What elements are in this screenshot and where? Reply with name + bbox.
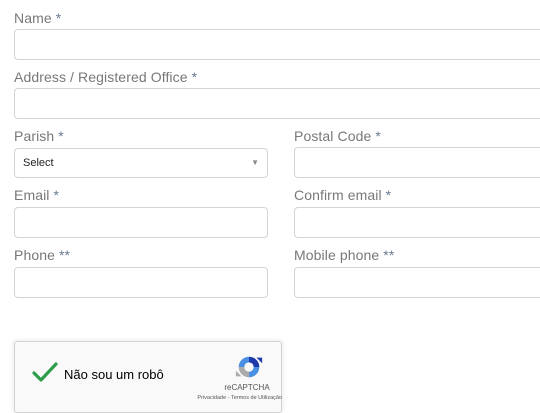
confirm-email-label-text: Confirm email [294,187,382,203]
address-label: Address / Registered Office * [14,68,197,86]
required-marker: * [375,128,381,144]
chevron-down-icon: ▼ [251,158,259,167]
required-marker: * [385,187,392,203]
recaptcha-brand: reCAPTCHA [224,383,270,392]
mobile-phone-input[interactable] [294,267,540,298]
parish-label-text: Parish [14,128,55,144]
name-label-text: Name [14,10,52,26]
required-marker: * [191,69,198,85]
name-label: Name * [14,9,61,27]
confirm-email-label: Confirm email * [294,186,391,204]
parish-label: Parish * [14,127,64,145]
parish-select-value: Select [23,157,54,169]
phone-label: Phone ** [14,246,70,264]
phone-input[interactable] [14,267,268,298]
confirm-email-input[interactable] [294,207,540,238]
address-label-text: Address / Registered Office [14,69,188,85]
phone-label-text: Phone [14,247,55,263]
name-input[interactable] [14,29,540,60]
mobile-phone-label-text: Mobile phone [294,247,380,263]
address-input[interactable] [14,88,540,119]
parish-select[interactable]: Select ▼ [14,148,268,178]
checkmark-icon[interactable] [31,360,59,384]
recaptcha-widget: Não sou um robô reCAPTCHA Privacidade - … [14,341,282,413]
optional-group-marker: ** [58,247,71,263]
mobile-phone-label: Mobile phone ** [294,246,394,264]
recaptcha-privacy-terms-links[interactable]: Privacidade - Termos de Utilização [167,395,282,401]
recaptcha-logo-icon [235,356,263,378]
postal-code-label: Postal Code * [294,127,381,145]
email-label-text: Email [14,187,50,203]
optional-group-marker: ** [383,247,395,263]
required-marker: * [58,128,64,144]
postal-code-input[interactable] [294,147,540,178]
postal-code-label-text: Postal Code [294,128,372,144]
email-input[interactable] [14,207,268,238]
email-label: Email * [14,186,59,204]
recaptcha-label: Não sou um robô [64,367,164,382]
required-marker: * [55,10,62,26]
required-marker: * [53,187,60,203]
